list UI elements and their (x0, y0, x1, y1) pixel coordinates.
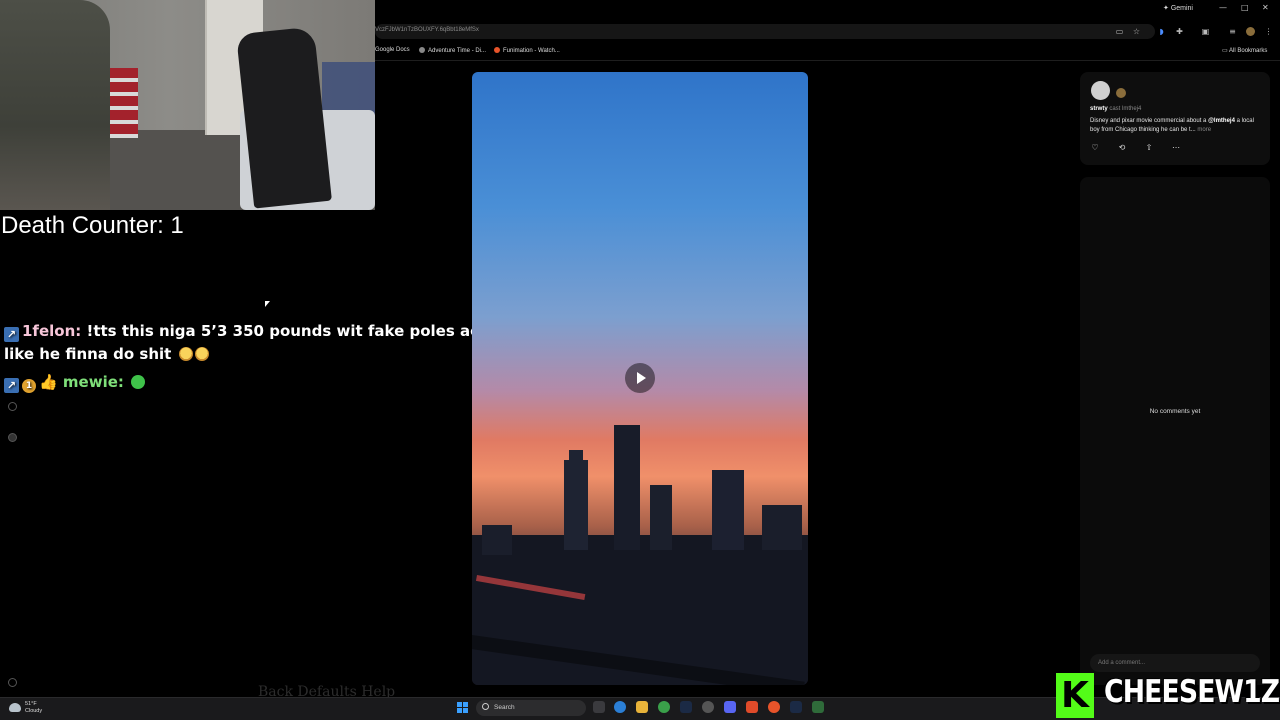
thumbs-up-icon: 👍 (39, 373, 58, 391)
bookmark-google-docs[interactable]: Google Docs (375, 47, 410, 53)
divider (375, 60, 1280, 61)
play-icon (637, 372, 646, 384)
steam-icon[interactable] (680, 701, 692, 713)
sidepanel-icon[interactable]: ▣ (1201, 27, 1210, 36)
brave-icon[interactable] (746, 701, 758, 713)
cast-avatar[interactable] (1116, 88, 1126, 98)
streamer-name: CHEESEW1Z (1104, 674, 1280, 710)
description-text: Disney and pixar movie commercial about … (1090, 118, 1209, 124)
discord-icon[interactable] (724, 701, 736, 713)
heart-icon[interactable]: ♡ (1090, 143, 1100, 152)
sub-badge-icon: ↗ (4, 327, 19, 342)
search-icon (482, 703, 489, 710)
post-cast[interactable]: cast lmthej4 (1109, 106, 1141, 112)
obs-icon[interactable] (702, 701, 714, 713)
chat-username: mewie: (62, 373, 124, 391)
chat-message: ↗ 1 👍 mewie: (4, 371, 524, 394)
address-bar[interactable] (375, 24, 1155, 39)
user-avatar[interactable] (1091, 81, 1110, 100)
windows-start-icon[interactable] (457, 702, 468, 713)
no-comments-text: No comments yet (1149, 408, 1201, 415)
close-icon[interactable]: ✕ (1262, 3, 1269, 12)
chat-text: !tts this niga 5’3 350 pounds wit fake p… (4, 322, 513, 363)
weather-temp: 51°F (25, 701, 37, 707)
star-icon[interactable]: ☆ (1132, 27, 1141, 36)
more-icon[interactable]: ⋯ (1171, 143, 1181, 152)
minimize-icon[interactable]: — (1219, 3, 1227, 12)
faint-search-icon (8, 402, 17, 411)
webcam-person (0, 0, 110, 210)
webcam-cans (108, 68, 138, 138)
cloud-icon[interactable] (9, 703, 21, 712)
post-author[interactable]: strwty cast lmthej4 (1090, 106, 1141, 112)
screen: ✦ Gemini — □ ✕ VczFJbW1nTzBOUXFY.6qBbt18… (0, 0, 1280, 720)
install-icon[interactable]: ▭ (1115, 27, 1124, 36)
post-username[interactable]: strwty (1090, 106, 1108, 112)
menu-icon[interactable]: ⋮ (1264, 27, 1273, 36)
green-emote-icon (131, 375, 146, 389)
weather-desc: Cloudy (25, 708, 43, 714)
kick-logo-icon: K (1056, 673, 1094, 718)
remix-icon[interactable]: ⟲ (1117, 143, 1127, 152)
gift-badge-icon: 1 (22, 379, 36, 393)
crying-emote-icon (194, 347, 209, 361)
share-icon[interactable]: ⇧ (1144, 143, 1154, 152)
taskbar-search[interactable] (476, 700, 586, 716)
steam-icon[interactable] (790, 701, 802, 713)
profile-avatar[interactable] (1246, 27, 1255, 36)
post-description: Disney and pixar movie commercial about … (1090, 117, 1262, 135)
reading-icon[interactable]: ≡ (1228, 27, 1237, 36)
webcam-feed (0, 0, 375, 210)
sub-badge-icon: ↗ (4, 378, 19, 393)
bookmark-funimation[interactable]: Funimation - Watch... (494, 47, 560, 54)
maximize-icon[interactable]: □ (1241, 3, 1249, 12)
edge-icon[interactable] (614, 701, 626, 713)
comments-panel (1080, 177, 1270, 685)
extension-icon[interactable]: ✚ (1175, 27, 1184, 36)
gemini-label: Gemini (1170, 5, 1193, 12)
faint-dot-icon (8, 433, 17, 442)
weather-widget[interactable]: 51°F Cloudy (25, 701, 42, 715)
crying-emote-icon (178, 347, 193, 361)
chat-username: 1felon: (22, 322, 82, 340)
app-icon[interactable] (812, 701, 824, 713)
death-counter: Death Counter: 1 (1, 212, 184, 239)
gemini-button[interactable]: ✦ Gemini (1163, 4, 1193, 12)
url-text: VczFJbW1nTzBOUXFY.6qBbt18eMfSx (375, 27, 479, 33)
all-bookmarks[interactable]: ▭ All Bookmarks (1222, 47, 1267, 54)
mouse-cursor-icon (265, 301, 270, 307)
play-button[interactable] (625, 363, 655, 393)
file-explorer-icon[interactable] (636, 701, 648, 713)
audio-icon[interactable]: ◗ (1157, 27, 1166, 36)
app-icon[interactable] (768, 701, 780, 713)
search-label: Search (494, 704, 515, 711)
chat-message: ↗ 1felon: !tts this niga 5’3 350 pounds w… (4, 320, 524, 366)
bookmark-favicon (494, 47, 500, 53)
faint-circle-icon (8, 678, 17, 687)
task-view-icon[interactable] (593, 701, 605, 713)
bookmark-adventure-time[interactable]: Adventure Time - Di... (419, 47, 486, 54)
browser-titlebar (375, 0, 1280, 20)
city-skyline-image (472, 425, 808, 685)
mention-link[interactable]: @lmthej4 (1208, 118, 1235, 124)
chrome-icon[interactable] (658, 701, 670, 713)
comment-placeholder: Add a comment... (1098, 660, 1146, 666)
bookmark-favicon (419, 47, 425, 53)
more-link[interactable]: more (1197, 127, 1211, 133)
